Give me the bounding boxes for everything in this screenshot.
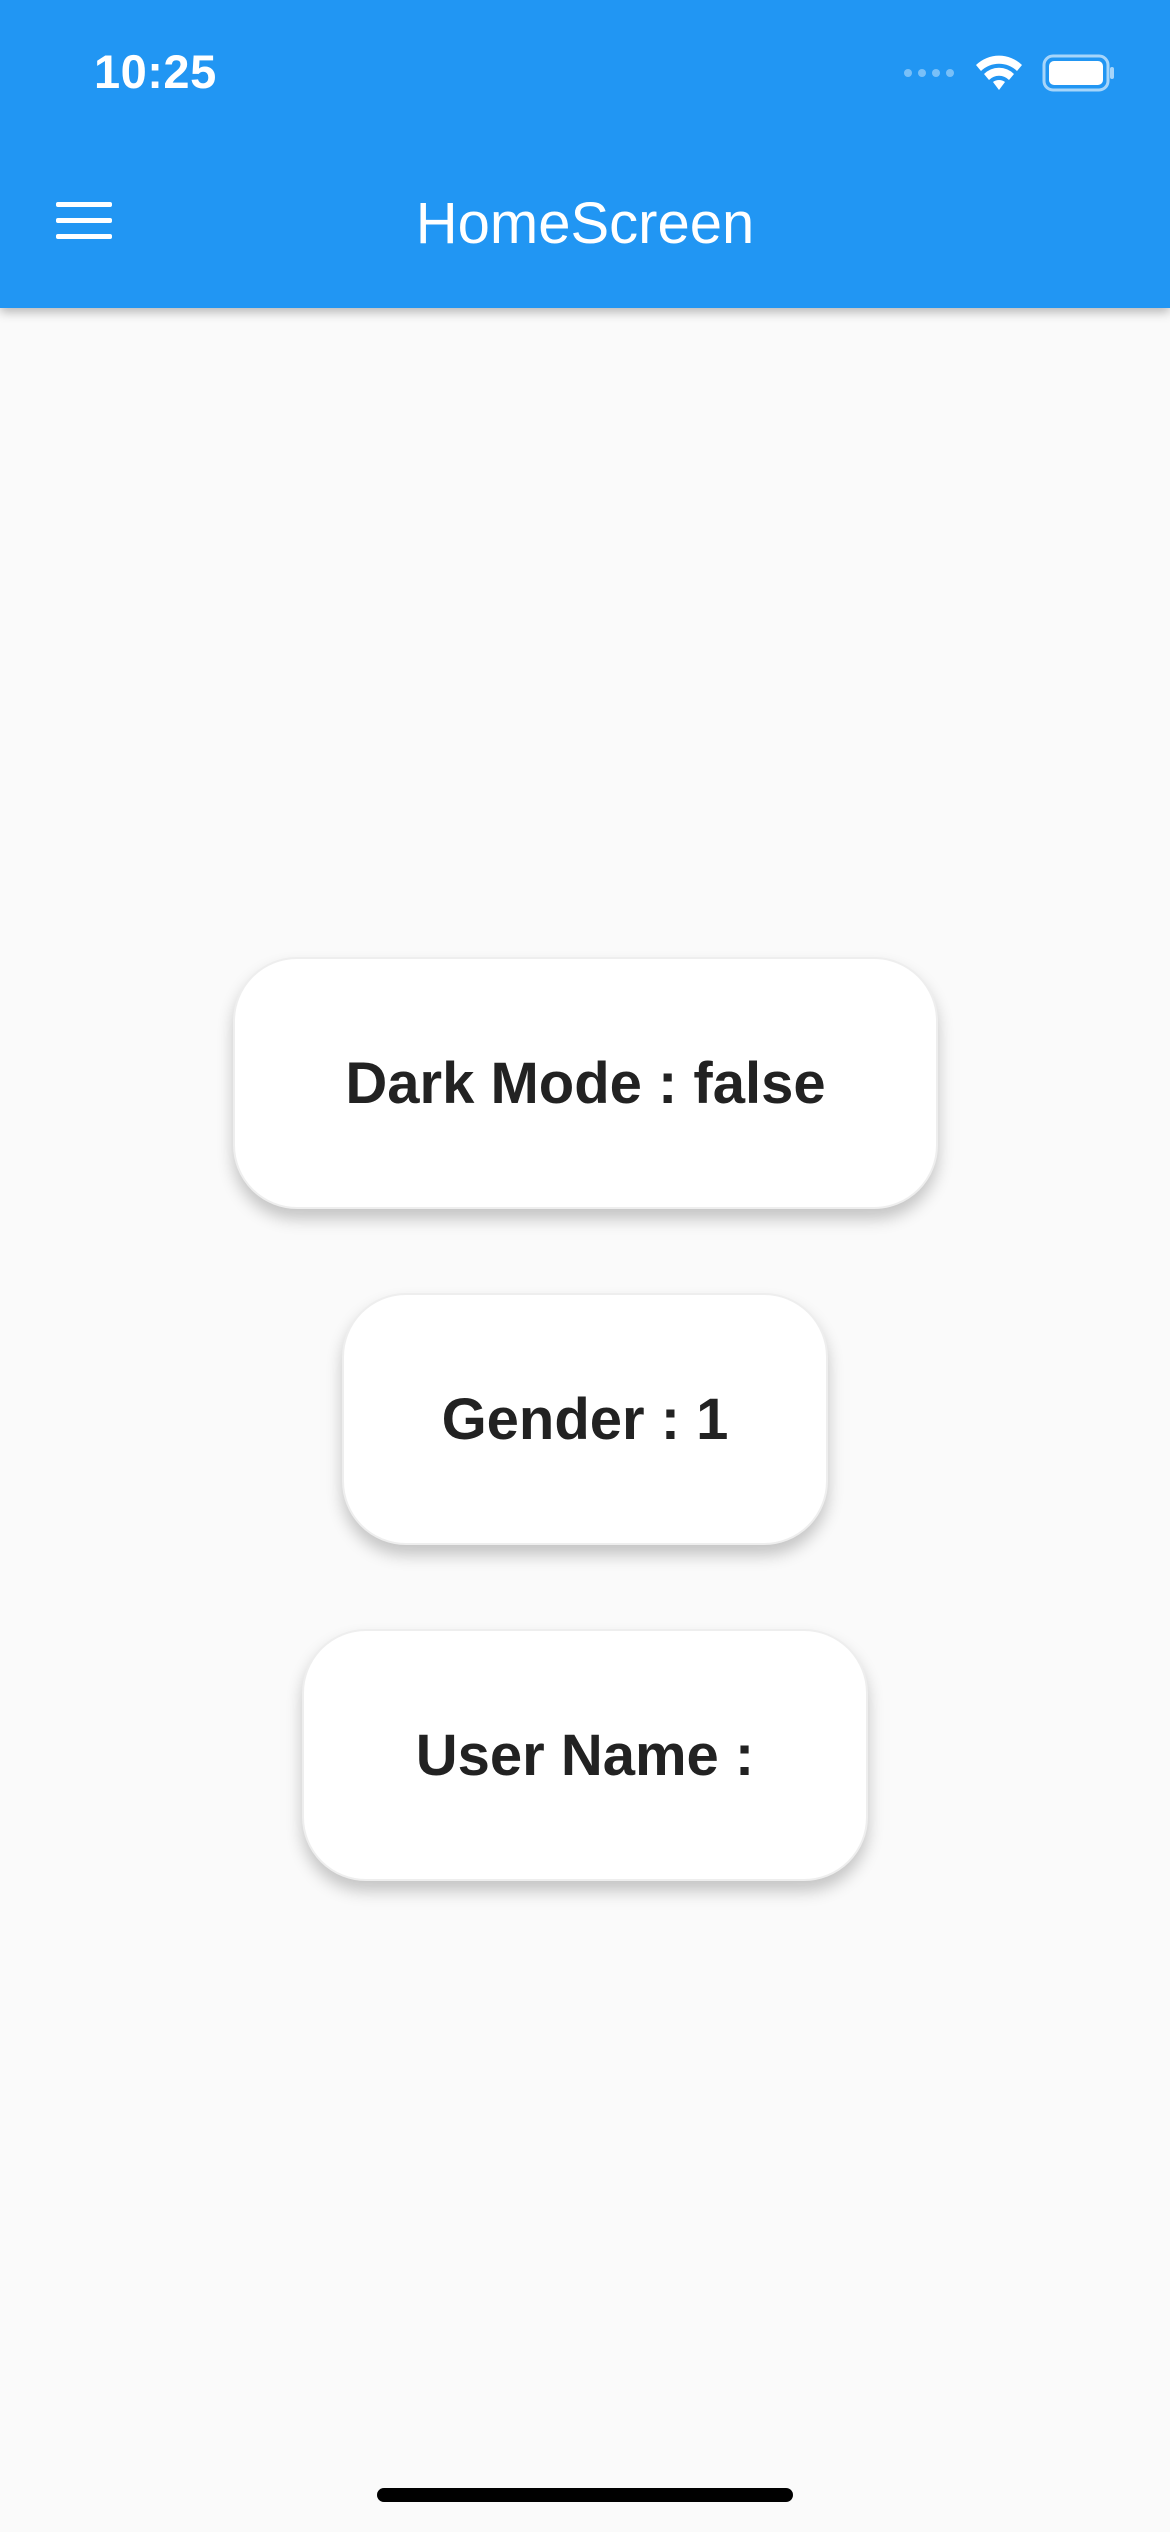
home-indicator [377,2488,793,2502]
app-bar: 10:25 HomeScreen [0,0,1170,308]
wifi-icon [974,54,1024,97]
gender-label: Gender : 1 [441,1386,729,1452]
dark-mode-label: Dark Mode : false [345,1050,826,1116]
user-name-label: User Name : [415,1722,755,1788]
user-name-card[interactable]: User Name : [302,1629,868,1881]
gender-card[interactable]: Gender : 1 [342,1293,828,1545]
signal-icon [904,66,956,84]
status-time: 10:25 [94,45,217,98]
page-title: HomeScreen [415,191,755,256]
dark-mode-card[interactable]: Dark Mode : false [233,957,938,1209]
status-icons [904,52,1116,98]
battery-icon [1042,54,1116,97]
